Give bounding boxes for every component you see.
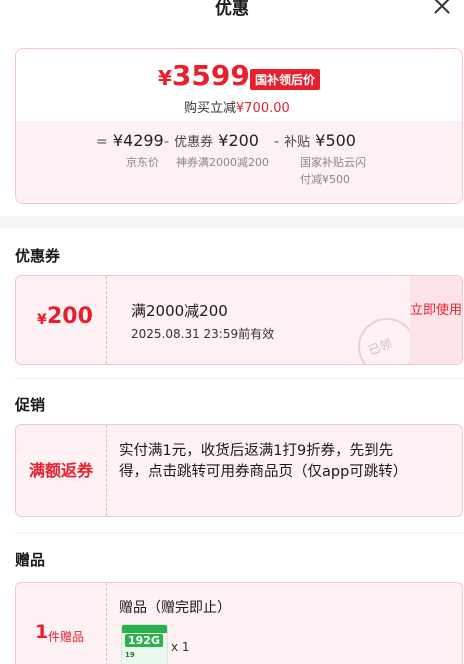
- coupon-card[interactable]: ¥ 200 满2000减200 2025.08.31 23:59前有效 已领 立…: [15, 275, 463, 365]
- claimed-stamp-icon: 已领: [358, 318, 416, 364]
- breakdown-operator: -: [164, 134, 170, 150]
- use-coupon-button[interactable]: 立即使用: [410, 276, 462, 364]
- gift-count: 1 件赠品: [16, 583, 107, 664]
- promotion-label: 满额返券: [16, 425, 107, 516]
- gift-item-title: 赠品（赠完即止）: [119, 600, 231, 616]
- coupon-currency: ¥: [37, 312, 47, 328]
- currency-symbol: ¥: [158, 66, 172, 90]
- price-summary-card: ¥3599 国补领后价 购买立减¥700.00 = ¥4299 京东价 - 优惠…: [15, 48, 463, 204]
- coupon-expiry: 2025.08.31 23:59前有效: [131, 327, 275, 341]
- promotion-card[interactable]: 满额返券 实付满1元，收货后返满1打9折券，先到先得，点击跳转可用券商品页（仅a…: [15, 424, 463, 517]
- saving-line: 购买立减¥700.00: [184, 97, 290, 116]
- separator: [15, 378, 463, 379]
- promotion-text[interactable]: 实付满1元，收货后返满1打9折券，先到先得，点击跳转可用券商品页（仅app可跳转…: [119, 441, 419, 483]
- breakdown-value: ¥200: [218, 131, 259, 150]
- breakdown-sub: 京东价: [126, 156, 159, 169]
- price-tag-badge: 国补领后价: [250, 69, 321, 90]
- coupon-rule: 满2000减200: [131, 302, 228, 320]
- coupon-section-title: 优惠券: [15, 247, 61, 265]
- final-price-value: 3599: [171, 59, 250, 92]
- gift-card[interactable]: 1 件赠品 赠品（赠完即止） 192G 19 x 1: [15, 582, 463, 664]
- thumbnail-main-text: 192G: [125, 634, 163, 647]
- separator: [15, 532, 463, 533]
- thumbnail-sub-text: 19: [125, 651, 135, 659]
- breakdown-label: 优惠券: [174, 135, 214, 150]
- coupon-value: 200: [47, 304, 93, 329]
- modal-header: 优惠: [0, 0, 464, 30]
- saving-amount: ¥700.00: [236, 101, 290, 116]
- breakdown-operator: -: [274, 134, 280, 150]
- breakdown-item-subsidy: - 补贴 ¥500 国家补贴云闪付减¥500: [274, 131, 374, 188]
- breakdown-value: ¥500: [315, 131, 356, 150]
- saving-label: 购买立减: [184, 101, 237, 116]
- breakdown-value: ¥4299: [112, 131, 164, 150]
- price-top: ¥3599 国补领后价 购买立减¥700.00: [16, 49, 462, 121]
- final-price: ¥3599: [158, 59, 250, 92]
- thumbnail-bar: [122, 625, 167, 633]
- section-divider: [0, 216, 464, 228]
- breakdown-item-coupon: - 优惠券 ¥200 神券满2000减200: [164, 131, 274, 171]
- gift-count-value: 1: [35, 621, 49, 643]
- gift-count-label: 件赠品: [48, 630, 85, 644]
- stamp-text: 已领: [366, 336, 394, 358]
- breakdown-item-jd-price: = ¥4299 京东价: [96, 131, 164, 171]
- gift-quantity: x 1: [171, 640, 190, 654]
- close-icon[interactable]: [432, 0, 452, 16]
- breakdown-sub: 国家补贴云闪付减¥500: [300, 156, 366, 186]
- modal-title: 优惠: [215, 0, 249, 19]
- breakdown-label: 补贴: [284, 135, 311, 150]
- promotion-section-title: 促销: [15, 396, 46, 414]
- gift-section-title: 赠品: [15, 551, 46, 569]
- breakdown-sub: 神券满2000减200: [176, 156, 269, 169]
- gift-thumbnail[interactable]: 192G 19: [121, 624, 168, 664]
- price-breakdown: = ¥4299 京东价 - 优惠券 ¥200 神券满2000减200 - 补贴 …: [16, 121, 462, 203]
- breakdown-operator: =: [96, 134, 108, 150]
- coupon-amount: ¥ 200: [16, 276, 107, 364]
